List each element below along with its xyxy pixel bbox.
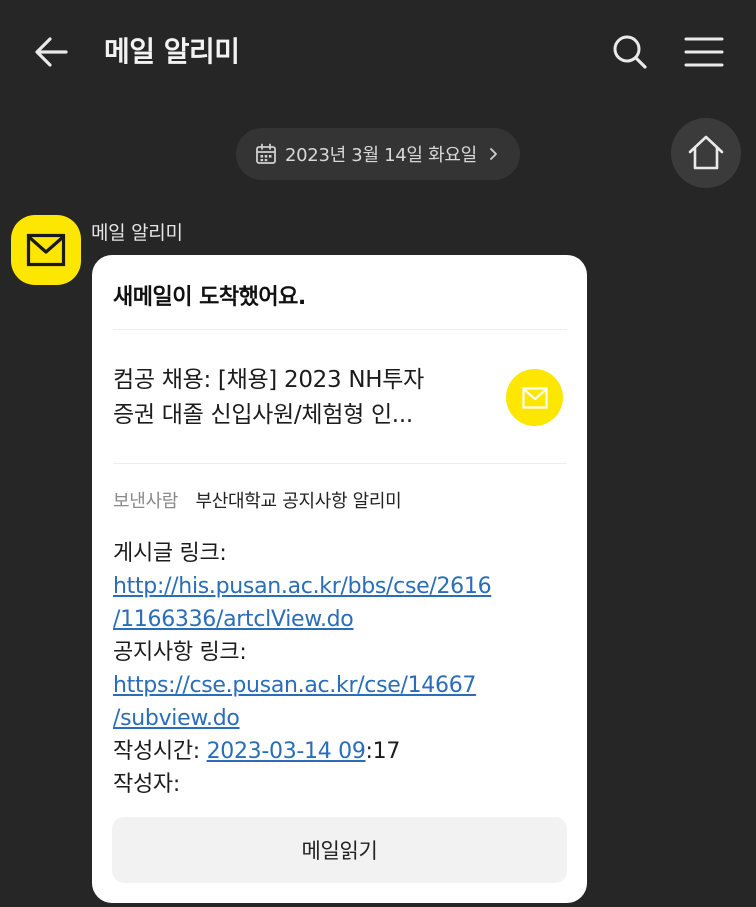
divider (113, 329, 567, 330)
search-icon (613, 35, 647, 69)
sender-value: 부산대학교 공지사항 알리미 (195, 491, 402, 512)
sender-avatar[interactable] (11, 215, 81, 285)
notice-link[interactable]: https://cse.pusan.ac.kr/cse/14667 (113, 673, 476, 698)
read-mail-button[interactable]: 메일읽기 (112, 817, 567, 883)
card-title: 새메일이 도착했어요. (113, 285, 306, 310)
sender-row: 보낸사람 부산대학교 공지사항 알리미 (113, 487, 402, 513)
top-bar: 메일 알리미 (0, 0, 756, 104)
mail-body: 게시글 링크: http://his.pusan.ac.kr/bbs/cse/2… (113, 537, 573, 801)
search-button[interactable] (608, 30, 652, 74)
post-link[interactable]: http://his.pusan.ac.kr/bbs/cse/2616 (113, 574, 492, 599)
calendar-icon (256, 143, 276, 164)
time-link[interactable]: 2023-03-14 09 (207, 739, 366, 764)
post-link[interactable]: /1166336/artclView.do (113, 607, 354, 632)
divider (113, 463, 567, 464)
time-rest: :17 (365, 739, 401, 764)
menu-button[interactable] (682, 30, 726, 74)
chat-screen: 메일 알리미 2023년 3월 14일 화요일 메일 알리미 새메일이 도착했어… (0, 0, 756, 907)
chevron-right-icon (489, 148, 497, 160)
date-divider[interactable]: 2023년 3월 14일 화요일 (236, 128, 520, 180)
author-label: 작성자: (113, 772, 180, 797)
hamburger-menu-icon (684, 37, 724, 67)
notice-link[interactable]: /subview.do (113, 706, 240, 731)
sender-label: 보낸사람 (113, 491, 179, 512)
open-mail-button[interactable] (506, 369, 563, 426)
time-label: 작성시간: (113, 739, 207, 764)
page-title: 메일 알리미 (104, 35, 240, 68)
subject-line: 컴공 채용: [채용] 2023 NH투자 (113, 367, 424, 393)
post-link-label: 게시글 링크: (113, 541, 227, 566)
back-button[interactable] (30, 30, 74, 74)
notice-link-label: 공지사항 링크: (113, 640, 247, 665)
envelope-icon (521, 386, 548, 409)
date-label: 2023년 3월 14일 화요일 (285, 145, 477, 166)
home-icon (688, 135, 724, 170)
time-row: 작성시간: 2023-03-14 09:17 (113, 735, 573, 768)
home-button[interactable] (671, 118, 741, 188)
sender-name: 메일 알리미 (91, 222, 183, 244)
subject-line: 증권 대졸 신입사원/체험형 인... (113, 402, 413, 428)
message-card: 새메일이 도착했어요. 컴공 채용: [채용] 2023 NH투자 증권 대졸 … (92, 255, 587, 903)
arrow-left-icon (35, 37, 68, 67)
mail-subject: 컴공 채용: [채용] 2023 NH투자 증권 대졸 신입사원/체험형 인..… (113, 363, 483, 433)
envelope-icon (26, 233, 66, 267)
